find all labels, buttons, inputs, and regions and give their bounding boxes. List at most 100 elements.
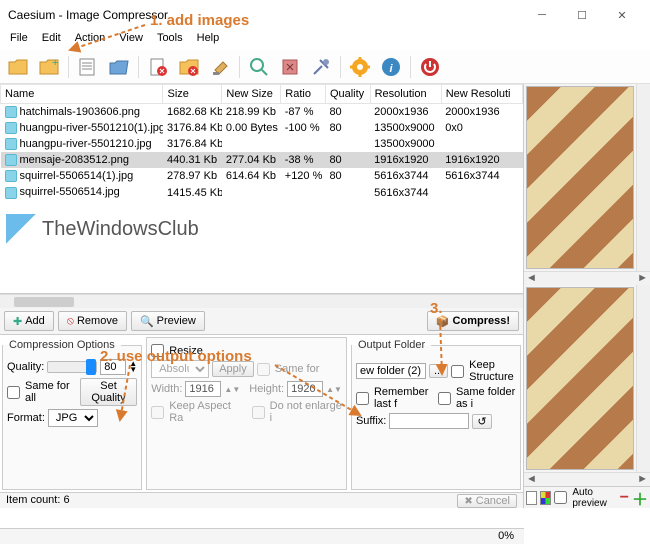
resize-panel: Resize Absolute Apply Same for Width: ▲▼… — [146, 337, 347, 490]
resize-mode-select[interactable]: Absolute — [151, 360, 209, 378]
table-row[interactable]: squirrel-5506514(1).jpg278.97 Kb614.64 K… — [1, 168, 523, 184]
file-icon — [5, 106, 17, 118]
same-folder-checkbox[interactable] — [438, 392, 451, 405]
power-icon[interactable] — [416, 53, 444, 81]
open-folder-icon[interactable] — [105, 53, 133, 81]
table-row[interactable]: huangpu-river-5501210(1).jpg3176.84 Kb0.… — [1, 120, 523, 136]
minimize-button[interactable]: ─ — [522, 1, 562, 29]
zoom-in-icon[interactable]: ＋ — [632, 486, 648, 510]
remember-last-label: Remember last f — [374, 386, 435, 410]
table-row[interactable]: huangpu-river-5501210.jpg3176.84 Kb13500… — [1, 136, 523, 152]
compression-title: Compression Options — [3, 337, 121, 353]
auto-preview-checkbox[interactable] — [554, 491, 567, 504]
menubar: File Edit Action View Tools Help — [0, 30, 650, 50]
file-table-wrap: NameSizeNew SizeRatioQualityResolutionNe… — [0, 84, 523, 294]
suffix-input[interactable] — [389, 413, 469, 429]
format-select[interactable]: JPG — [48, 409, 98, 427]
keep-structure-label: Keep Structure — [469, 359, 516, 383]
height-label: Height: — [249, 383, 284, 395]
cancel-button[interactable]: ✖ Cancel — [457, 494, 517, 508]
file-table[interactable]: NameSizeNew SizeRatioQualityResolutionNe… — [0, 84, 523, 201]
compress-button[interactable]: 📦Compress! — [427, 311, 519, 331]
preview2-hscroll[interactable]: ◄► — [524, 472, 650, 486]
add-button[interactable]: ✚Add — [4, 311, 54, 331]
menu-file[interactable]: File — [4, 30, 34, 50]
keep-aspect-label: Keep Aspect Ra — [169, 400, 242, 424]
same-for-all-checkbox[interactable] — [7, 386, 20, 399]
preview2-vscroll[interactable] — [636, 285, 650, 472]
info-icon[interactable]: i — [377, 53, 405, 81]
remove-file-icon[interactable] — [144, 53, 172, 81]
col-header[interactable]: New Resoluti — [441, 85, 522, 104]
keep-aspect-checkbox[interactable] — [151, 406, 164, 419]
watermark-text: TheWindowsClub — [42, 218, 199, 241]
col-header[interactable]: New Size — [222, 85, 281, 104]
suffix-reset-button[interactable]: ↺ — [472, 414, 491, 429]
compress-icon[interactable] — [276, 53, 304, 81]
col-header[interactable]: Name — [1, 85, 163, 104]
menu-help[interactable]: Help — [191, 30, 226, 50]
preview1-vscroll[interactable] — [636, 84, 650, 271]
format-label: Format: — [7, 412, 45, 424]
add-folder-icon[interactable]: + — [35, 53, 63, 81]
table-hscroll[interactable] — [0, 294, 523, 308]
keep-structure-checkbox[interactable] — [451, 365, 464, 378]
close-button[interactable]: ✕ — [602, 1, 642, 29]
fit-icon[interactable] — [526, 491, 537, 505]
quality-label: Quality: — [7, 361, 44, 373]
menu-edit[interactable]: Edit — [36, 30, 67, 50]
clear-icon[interactable] — [206, 53, 234, 81]
browse-button[interactable]: ... — [429, 364, 448, 378]
preview-original — [526, 86, 634, 269]
open-list-icon[interactable] — [74, 53, 102, 81]
maximize-button[interactable]: ☐ — [562, 1, 602, 29]
resize-samefor-checkbox[interactable] — [257, 363, 270, 376]
resize-title: Resize — [169, 345, 203, 357]
output-title: Output Folder — [352, 337, 431, 353]
quality-stepper[interactable]: ▲▼ — [129, 361, 137, 373]
apply-button[interactable]: Apply — [212, 361, 254, 377]
remove-folder-icon[interactable] — [175, 53, 203, 81]
item-count: Item count: 6 — [6, 494, 70, 507]
col-header[interactable]: Resolution — [370, 85, 441, 104]
table-row[interactable]: mensaje-2083512.png440.31 Kb277.04 Kb-38… — [1, 152, 523, 168]
menu-action[interactable]: Action — [69, 30, 112, 50]
file-icon — [5, 187, 17, 199]
same-folder-label: Same folder as i — [456, 386, 516, 410]
table-row[interactable]: hatchimals-1903606.png1682.68 Kb218.99 K… — [1, 104, 523, 121]
titlebar: Caesium - Image Compressor ─ ☐ ✕ — [0, 0, 650, 30]
tools-icon[interactable] — [307, 53, 335, 81]
preview-toolbar: Auto preview − ＋ — [524, 486, 650, 508]
suffix-label: Suffix: — [356, 415, 386, 427]
no-enlarge-checkbox[interactable] — [252, 406, 265, 419]
remove-button[interactable]: ⦸Remove — [58, 311, 127, 331]
col-header[interactable]: Size — [163, 85, 222, 104]
zoom-icon[interactable] — [245, 53, 273, 81]
preview-compressed — [526, 287, 634, 470]
settings-icon[interactable] — [346, 53, 374, 81]
quality-input[interactable] — [100, 359, 126, 375]
set-quality-button[interactable]: Set Quality — [80, 378, 137, 406]
col-header[interactable]: Ratio — [281, 85, 326, 104]
height-input[interactable] — [287, 381, 323, 397]
menu-tools[interactable]: Tools — [151, 30, 189, 50]
toolbar: + i — [0, 50, 650, 84]
width-input[interactable] — [185, 381, 221, 397]
quality-slider[interactable] — [47, 361, 97, 373]
col-header[interactable]: Quality — [325, 85, 370, 104]
file-icon — [5, 170, 17, 182]
remember-last-checkbox[interactable] — [356, 392, 369, 405]
output-path-input[interactable] — [356, 363, 426, 379]
preview1-hscroll[interactable]: ◄► — [524, 271, 650, 285]
resize-checkbox[interactable] — [151, 344, 164, 357]
width-label: Width: — [151, 383, 182, 395]
add-file-icon[interactable] — [4, 53, 32, 81]
resize-samefor-label: Same for — [275, 363, 320, 375]
actual-icon[interactable] — [540, 491, 551, 505]
progress-bar: 0% — [0, 528, 524, 544]
menu-view[interactable]: View — [113, 30, 149, 50]
zoom-out-icon[interactable]: − — [620, 489, 629, 507]
preview-button[interactable]: 🔍Preview — [131, 311, 205, 331]
statusbar: Item count: 6 ✖ Cancel — [0, 492, 523, 508]
table-row[interactable]: squirrel-5506514.jpg1415.45 Kb5616x3744 — [1, 184, 523, 200]
